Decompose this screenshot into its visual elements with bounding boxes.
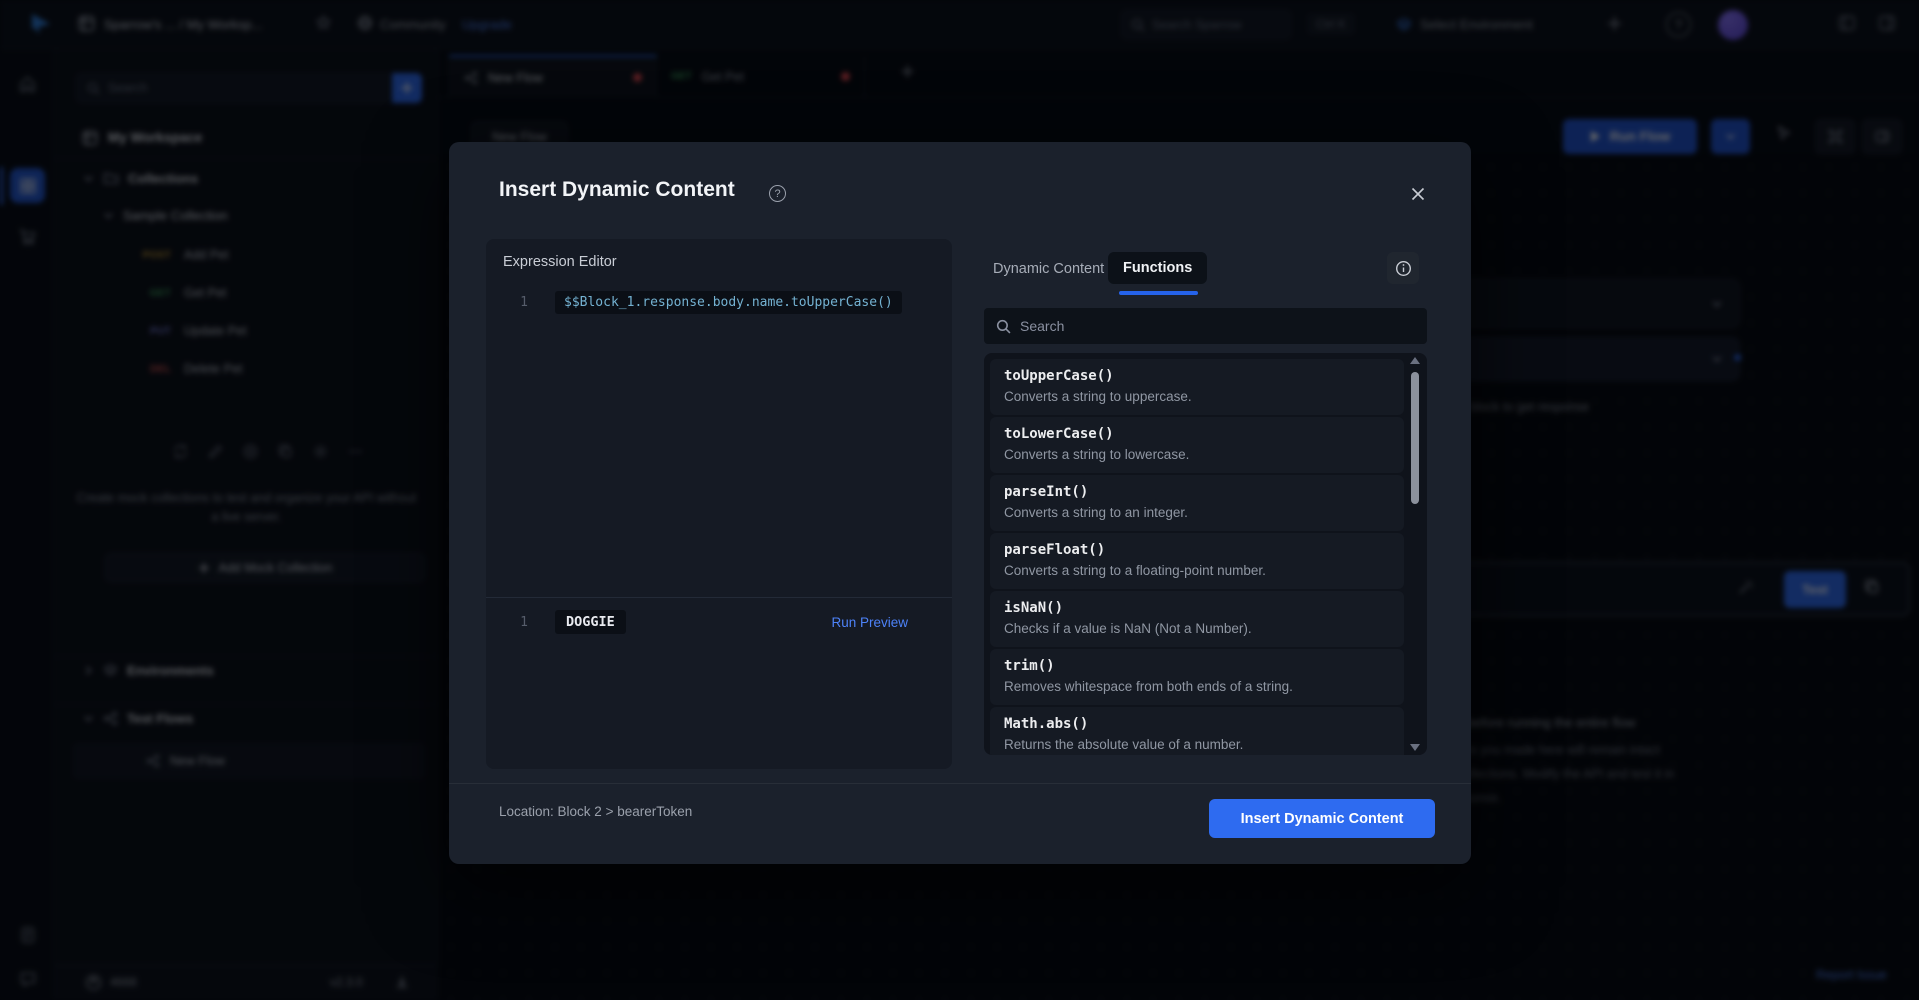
run-preview-link[interactable]: Run Preview	[831, 615, 908, 630]
preview-divider	[486, 597, 952, 598]
function-name: toLowerCase()	[1004, 426, 1114, 442]
function-description: Converts a string to an integer.	[1004, 505, 1188, 520]
function-description: Removes whitespace from both ends of a s…	[1004, 679, 1293, 694]
preview-value: DOGGIE	[555, 610, 626, 634]
functions-search[interactable]	[984, 308, 1427, 344]
info-icon[interactable]	[1387, 252, 1419, 284]
active-tab-underline	[1119, 291, 1198, 295]
modal-title: Insert Dynamic Content	[499, 178, 735, 201]
function-item[interactable]: parseInt() Converts a string to an integ…	[990, 475, 1404, 531]
expression-editor-panel: Expression Editor 1 $$Block_1.response.b…	[486, 239, 952, 769]
function-item[interactable]: isNaN() Checks if a value is NaN (Not a …	[990, 591, 1404, 647]
functions-search-input[interactable]	[1020, 318, 1380, 334]
function-name: Math.abs()	[1004, 716, 1089, 732]
function-item[interactable]: toLowerCase() Converts a string to lower…	[990, 417, 1404, 473]
function-name: isNaN()	[1004, 600, 1064, 616]
function-item[interactable]: toUpperCase() Converts a string to upper…	[990, 359, 1404, 415]
insert-dynamic-content-button[interactable]: Insert Dynamic Content	[1209, 799, 1435, 838]
scroll-up-icon[interactable]	[1410, 357, 1420, 364]
location-breadcrumb: Location: Block 2 > bearerToken	[499, 804, 693, 819]
function-description: Converts a string to a floating-point nu…	[1004, 563, 1266, 578]
tab-dynamic-content[interactable]: Dynamic Content	[993, 261, 1104, 277]
function-description: Checks if a value is NaN (Not a Number).	[1004, 621, 1252, 636]
function-name: trim()	[1004, 658, 1055, 674]
insert-dynamic-content-modal: Insert Dynamic Content ? Expression Edit…	[449, 142, 1471, 864]
functions-list[interactable]: toUpperCase() Converts a string to upper…	[984, 353, 1427, 755]
function-description: Converts a string to lowercase.	[1004, 447, 1190, 462]
tab-functions[interactable]: Functions	[1108, 252, 1208, 284]
functions-scrollbar[interactable]	[1410, 357, 1420, 751]
preview-line-number: 1	[520, 615, 528, 630]
help-icon[interactable]: ?	[769, 185, 786, 202]
scrollbar-thumb[interactable]	[1411, 372, 1419, 504]
expression-editor-label: Expression Editor	[503, 254, 617, 270]
function-description: Returns the absolute value of a number.	[1004, 737, 1244, 752]
expression-code[interactable]: $$Block_1.response.body.name.toUpperCase…	[555, 291, 902, 314]
search-icon	[996, 319, 1011, 334]
function-item[interactable]: Math.abs() Returns the absolute value of…	[990, 707, 1404, 755]
close-icon[interactable]	[1406, 182, 1430, 206]
editor-line-number: 1	[520, 295, 528, 310]
scroll-down-icon[interactable]	[1410, 744, 1420, 751]
function-name: parseInt()	[1004, 484, 1089, 500]
function-name: toUpperCase()	[1004, 368, 1114, 384]
function-description: Converts a string to uppercase.	[1004, 389, 1192, 404]
function-item[interactable]: parseFloat() Converts a string to a floa…	[990, 533, 1404, 589]
function-name: parseFloat()	[1004, 542, 1106, 558]
function-item[interactable]: trim() Removes whitespace from both ends…	[990, 649, 1404, 705]
